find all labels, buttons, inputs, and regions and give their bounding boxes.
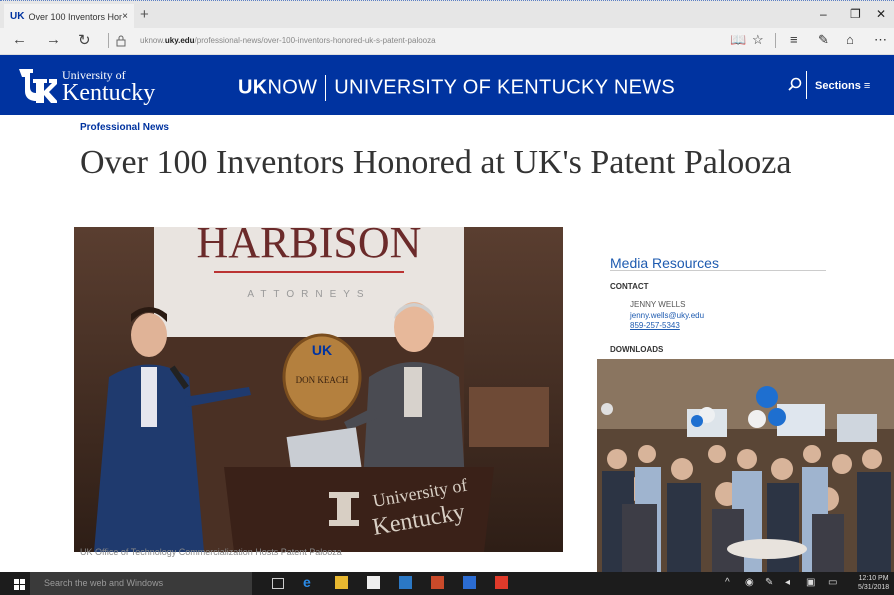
browser-tab-bar: UK Over 100 Inventors Hono × + – ❐ ✕	[0, 0, 894, 29]
edge-browser-icon[interactable]: e	[303, 574, 316, 590]
volume-icon[interactable]: ◂	[785, 577, 790, 588]
contact-label: CONTACT	[610, 282, 649, 291]
reading-view-icon[interactable]: 📖	[730, 32, 746, 48]
plaque-logo-text: UK	[312, 342, 332, 358]
crowd-scene	[597, 359, 894, 572]
tab-title: Over 100 Inventors Hono	[28, 11, 123, 22]
brand-divider	[325, 75, 327, 101]
keyboard-icon[interactable]: ▭	[828, 577, 837, 588]
back-icon[interactable]: ←	[12, 31, 27, 48]
store-icon[interactable]	[367, 576, 380, 589]
browser-tab[interactable]: UK Over 100 Inventors Hono ×	[4, 4, 134, 29]
clock-date: 5/31/2018	[858, 584, 890, 591]
uk-logo-icon[interactable]	[17, 67, 57, 103]
restore-icon[interactable]: ❐	[850, 7, 861, 21]
contact-name: JENNY WELLS	[630, 300, 686, 309]
article-photo[interactable]: HARBISON ATTORNEYS UK DON KEACH Universi…	[74, 227, 563, 552]
photo-scene: HARBISON ATTORNEYS UK DON KEACH Universi…	[74, 227, 563, 552]
minimize-icon[interactable]: –	[820, 7, 827, 21]
event-crowd-photo[interactable]	[597, 359, 894, 572]
toolbar-divider	[775, 33, 776, 48]
network-icon[interactable]: ◉	[745, 577, 754, 588]
forward-icon[interactable]: →	[46, 31, 61, 48]
acrobat-icon[interactable]	[495, 576, 508, 589]
share-icon[interactable]: ⌂	[846, 32, 854, 47]
more-icon[interactable]: ⋯	[874, 32, 887, 48]
notifications-icon[interactable]: ▣	[806, 577, 815, 588]
contact-phone-link[interactable]: 859-257-5343	[630, 321, 680, 330]
word-icon[interactable]	[463, 576, 476, 589]
downloads-label: DOWNLOADS	[610, 345, 664, 354]
address-bar-row: ← → ↻ uknow.uky.edu/professional-news/ov…	[0, 28, 894, 55]
url-domain: uky.edu	[164, 36, 195, 45]
uk-favicon-icon: UK	[10, 11, 25, 22]
banner-subtext: ATTORNEYS	[247, 289, 370, 300]
tab-close-icon[interactable]: ×	[122, 11, 128, 22]
header-divider	[806, 71, 807, 99]
new-tab-button[interactable]: +	[140, 6, 149, 23]
brand-tagline: UNIVERSITY OF KENTUCKY NEWS	[334, 76, 676, 99]
brand-uk: UK	[238, 76, 268, 99]
taskbar-clock[interactable]: 12:10 PM 5/31/2018	[858, 574, 889, 592]
search-icon[interactable]	[788, 77, 802, 95]
url-input[interactable]: uknow.uky.edu/professional-news/over-100…	[140, 36, 436, 45]
windows-start-icon[interactable]	[14, 577, 25, 595]
contact-email-link[interactable]: jenny.wells@uky.edu	[630, 311, 704, 320]
taskbar-search-input[interactable]: Search the web and Windows	[30, 572, 252, 595]
favorite-star-icon[interactable]: ☆	[752, 32, 764, 48]
windows-taskbar: Search the web and Windows e ^ ◉ ✎ ◂ ▣ ▭…	[0, 572, 894, 595]
media-resources-title: Media Resources	[610, 255, 719, 271]
task-view-icon[interactable]	[272, 578, 284, 589]
address-divider	[108, 33, 109, 48]
section-link[interactable]: Professional News	[80, 122, 169, 133]
powerpoint-icon[interactable]	[431, 576, 444, 589]
web-note-icon[interactable]: ✎	[818, 32, 829, 48]
clock-time: 12:10 PM	[858, 575, 889, 582]
article-headline: Over 100 Inventors Honored at UK's Paten…	[80, 144, 792, 181]
lock-icon	[116, 34, 126, 52]
url-path: /professional-news/over-100-inventors-ho…	[194, 36, 436, 45]
uknow-brand[interactable]: UKNOW UNIVERSITY OF KENTUCKY NEWS	[238, 75, 675, 101]
refresh-icon[interactable]: ↻	[78, 31, 91, 49]
photo-caption: UK Office of Technology Commercializatio…	[80, 547, 342, 557]
pen-icon[interactable]: ✎	[765, 577, 773, 588]
kentucky-wordmark[interactable]: Kentucky	[62, 80, 155, 107]
close-window-icon[interactable]: ✕	[876, 7, 886, 21]
brand-now: NOW	[267, 76, 318, 99]
plaque-name: DON KEACH	[296, 375, 349, 385]
sections-menu-button[interactable]: Sections ≡	[815, 80, 870, 92]
show-hidden-icons-icon[interactable]: ^	[725, 577, 730, 588]
file-explorer-icon[interactable]	[335, 576, 348, 589]
banner-text: HARBISON	[197, 227, 422, 267]
media-resources-rule	[610, 270, 826, 271]
url-prefix: uknow.	[140, 36, 165, 45]
outlook-icon[interactable]	[399, 576, 412, 589]
hub-icon[interactable]: ≡	[790, 32, 798, 47]
site-header: University of Kentucky UKNOW UNIVERSITY O…	[0, 55, 894, 115]
